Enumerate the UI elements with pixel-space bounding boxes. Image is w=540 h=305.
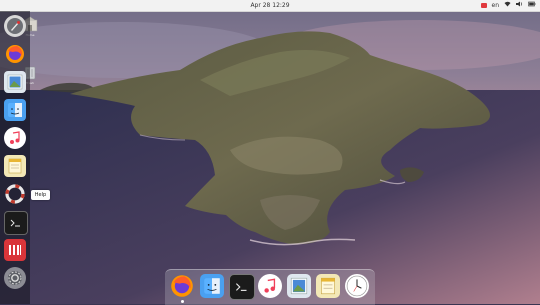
music-icon[interactable]: [258, 274, 282, 298]
app-indicator-icon[interactable]: [4, 239, 26, 261]
firefox-icon[interactable]: [4, 43, 26, 65]
bottom-dock: [165, 269, 375, 305]
firefox-icon[interactable]: [170, 274, 194, 298]
music-icon[interactable]: [4, 127, 26, 149]
notes-icon[interactable]: [316, 274, 340, 298]
desktop-wallpaper: [0, 0, 540, 304]
clock-icon[interactable]: [345, 274, 369, 298]
app-indicator-icon[interactable]: [480, 3, 487, 8]
finder-icon[interactable]: [4, 99, 26, 121]
clock-label[interactable]: Apr 28 12:29: [0, 0, 540, 11]
terminal-icon[interactable]: [4, 211, 28, 235]
help-tooltip: Help: [31, 190, 50, 200]
notes-icon[interactable]: [4, 155, 26, 177]
running-indicator: [181, 300, 184, 303]
help-icon[interactable]: [4, 183, 26, 205]
volume-icon[interactable]: [516, 0, 523, 11]
network-icon[interactable]: [504, 0, 511, 11]
photo-viewer-icon[interactable]: [287, 274, 311, 298]
top-menu-bar: Apr 28 12:29 en: [0, 0, 540, 12]
settings-icon[interactable]: [4, 267, 26, 289]
finder-icon[interactable]: [200, 274, 224, 298]
photo-viewer-icon[interactable]: [4, 71, 26, 93]
side-dock: [0, 11, 30, 304]
battery-icon[interactable]: [528, 0, 536, 11]
terminal-icon[interactable]: [229, 274, 255, 300]
language-indicator[interactable]: en: [492, 0, 500, 11]
launchpad-icon[interactable]: [4, 15, 26, 37]
system-tray: en: [480, 0, 537, 11]
